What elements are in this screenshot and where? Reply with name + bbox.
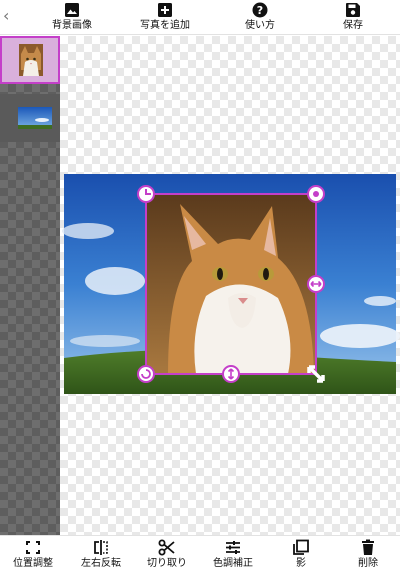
- layer-sidebar: [0, 36, 60, 535]
- position-adjust-button[interactable]: 位置調整: [8, 539, 58, 571]
- crop-label: 切り取り: [147, 558, 187, 569]
- delete-button[interactable]: 削除: [356, 539, 380, 571]
- how-to-button[interactable]: ? 使い方: [244, 2, 276, 34]
- resize-height-handle[interactable]: [222, 365, 240, 383]
- floppy-disk-icon: [346, 3, 360, 17]
- shadow-label: 影: [296, 558, 306, 569]
- sky-thumbnail: [18, 107, 52, 129]
- tune-sliders-icon: [226, 541, 240, 554]
- add-box-icon: [158, 3, 172, 17]
- rotate-handle-bottom-left[interactable]: [137, 365, 155, 383]
- bottom-toolbar: 位置調整 左右反転 切り取り 色調補正 影 削除: [0, 535, 400, 571]
- crop-button[interactable]: 切り取り: [142, 539, 192, 571]
- color-correction-label: 色調補正: [213, 558, 253, 569]
- delete-label: 削除: [358, 558, 378, 569]
- scissors-icon: [158, 539, 175, 556]
- help-circle-icon: ?: [252, 2, 268, 18]
- rotate-handle-top-left[interactable]: [137, 185, 155, 203]
- chevron-left-icon: ‹: [3, 6, 10, 25]
- fit-screen-icon: [26, 541, 40, 554]
- shadow-button[interactable]: 影: [290, 539, 312, 571]
- cat-thumbnail: [19, 44, 43, 76]
- add-photo-label: 写真を追加: [140, 20, 190, 31]
- cat-photo[interactable]: [146, 194, 316, 374]
- back-button[interactable]: ‹: [3, 6, 17, 26]
- save-button[interactable]: 保存: [342, 2, 364, 34]
- how-to-label: 使い方: [245, 20, 275, 31]
- svg-text:?: ?: [257, 4, 263, 17]
- flip-horizontal-button[interactable]: 左右反転: [76, 539, 126, 571]
- resize-width-handle[interactable]: [307, 275, 325, 293]
- background-image-button[interactable]: 背景画像: [52, 2, 92, 34]
- layer-thumb-sky[interactable]: [0, 94, 60, 142]
- flip-horizontal-label: 左右反転: [81, 558, 121, 569]
- editor-canvas[interactable]: [60, 36, 400, 535]
- add-photo-button[interactable]: 写真を追加: [138, 2, 192, 34]
- composite-scene: [62, 174, 400, 394]
- layer-thumb-cat[interactable]: [0, 36, 60, 84]
- shadow-copy-icon: [293, 539, 309, 555]
- flip-horizontal-icon: [94, 540, 108, 555]
- color-correction-button[interactable]: 色調補正: [208, 539, 258, 571]
- top-toolbar: ‹ 背景画像 写真を追加 ? 使い方 保存: [0, 0, 400, 35]
- trash-icon: [362, 539, 374, 555]
- save-label: 保存: [343, 20, 363, 31]
- delete-handle-top-right[interactable]: [307, 185, 325, 203]
- image-icon: [65, 3, 79, 17]
- position-adjust-label: 位置調整: [13, 558, 53, 569]
- background-image-label: 背景画像: [52, 20, 92, 31]
